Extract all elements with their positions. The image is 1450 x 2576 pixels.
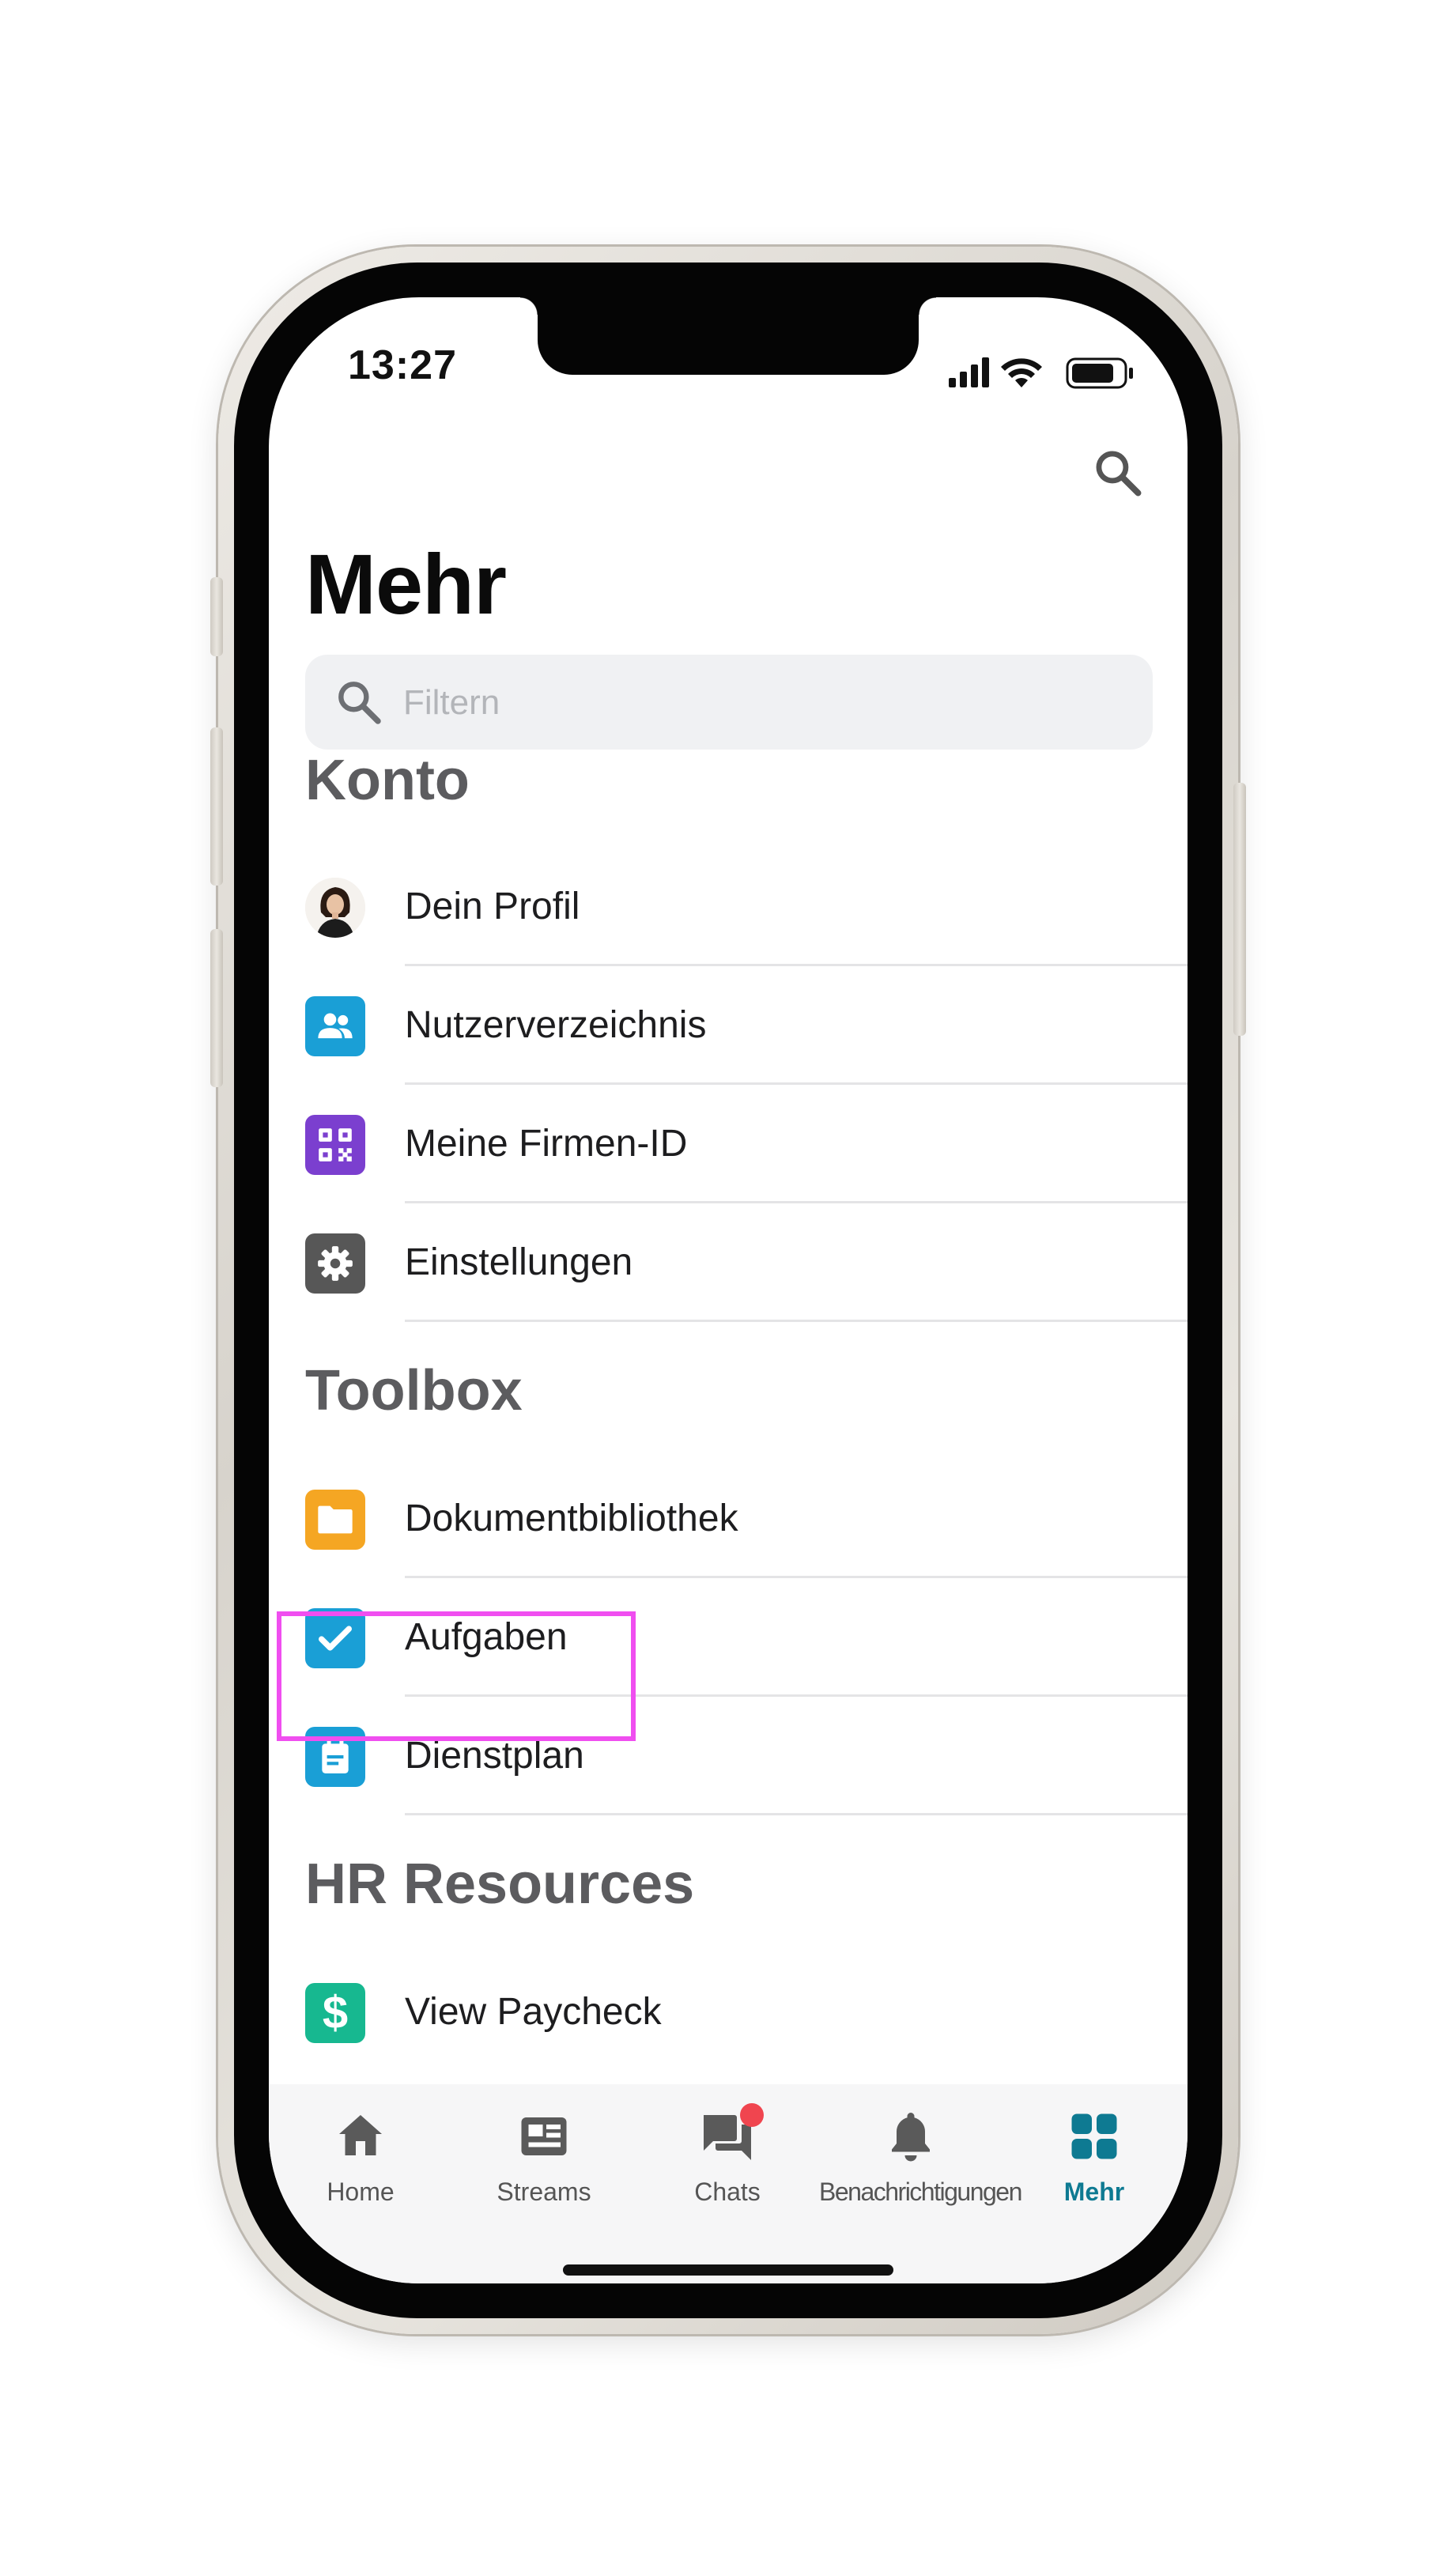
tab-chats[interactable]: Chats bbox=[636, 2103, 819, 2219]
battery-icon bbox=[1066, 357, 1133, 389]
list-item-label: View Paycheck bbox=[405, 1991, 662, 2033]
list-item-einstellungen[interactable]: Einstellungen bbox=[269, 1203, 1188, 1322]
search-icon[interactable] bbox=[1091, 446, 1145, 500]
list-item-label: Einstellungen bbox=[405, 1241, 633, 1283]
list-item-dein-profil[interactable]: Dein Profil bbox=[269, 848, 1188, 966]
tab-label: Chats bbox=[694, 2178, 761, 2206]
list-item-view-paycheck[interactable]: $ View Paycheck bbox=[269, 1953, 1188, 2072]
tab-streams[interactable]: Streams bbox=[452, 2108, 636, 2219]
volume-down-button bbox=[210, 929, 223, 1087]
tab-label: Benachrichtigungen bbox=[819, 2178, 1022, 2206]
tab-label: Mehr bbox=[1063, 2178, 1125, 2206]
power-button bbox=[1233, 783, 1246, 1036]
section-title-hr-resources: HR Resources bbox=[305, 1853, 695, 1916]
filter-field[interactable] bbox=[305, 655, 1153, 751]
search-icon bbox=[338, 682, 381, 724]
notch bbox=[520, 297, 936, 375]
users-icon bbox=[305, 996, 365, 1056]
list-item-label: Meine Firmen-ID bbox=[405, 1123, 688, 1165]
home-indicator bbox=[563, 2264, 893, 2276]
list-item-nutzerverzeichnis[interactable]: Nutzerverzeichnis bbox=[269, 966, 1188, 1085]
divider bbox=[405, 1320, 1188, 1322]
list-item-label: Dokumentbibliothek bbox=[405, 1498, 738, 1539]
cellular-signal-icon bbox=[949, 357, 989, 387]
tab-label: Streams bbox=[497, 2178, 591, 2206]
bell-icon bbox=[892, 2113, 930, 2162]
volume-up-button bbox=[210, 727, 223, 886]
list-item-label: Dein Profil bbox=[405, 886, 580, 927]
section-title-konto: Konto bbox=[305, 749, 470, 812]
status-icons bbox=[949, 357, 1133, 389]
divider bbox=[405, 1813, 1188, 1815]
notification-badge bbox=[740, 2103, 764, 2127]
screen: 13:27 Mehr Konto bbox=[269, 297, 1188, 2283]
qr-code-icon bbox=[305, 1115, 365, 1175]
tab-bar: Home Streams Chats Benachrichtigungen Me… bbox=[269, 2084, 1188, 2283]
page-title: Mehr bbox=[305, 536, 507, 632]
status-time: 13:27 bbox=[348, 342, 457, 388]
streams-icon bbox=[521, 2117, 567, 2155]
wifi-icon bbox=[1001, 358, 1042, 387]
filter-input[interactable] bbox=[402, 655, 1116, 751]
tab-benachrichtigungen[interactable]: Benachrichtigungen bbox=[819, 2108, 1022, 2219]
silent-switch bbox=[210, 577, 223, 656]
list-item-meine-firmen-id[interactable]: Meine Firmen-ID bbox=[269, 1085, 1188, 1203]
gear-icon bbox=[305, 1233, 365, 1294]
list-item-label: Nutzerverzeichnis bbox=[405, 1004, 707, 1046]
list-item-dokumentbibliothek[interactable]: Dokumentbibliothek bbox=[269, 1460, 1188, 1578]
dollar-icon: $ bbox=[305, 1983, 365, 2043]
grid-icon bbox=[1071, 2113, 1117, 2159]
section-title-toolbox: Toolbox bbox=[305, 1359, 523, 1422]
tab-mehr[interactable]: Mehr bbox=[1003, 2108, 1186, 2219]
home-icon bbox=[339, 2115, 382, 2155]
profile-avatar bbox=[305, 878, 365, 938]
tab-label: Home bbox=[327, 2178, 395, 2206]
folder-icon bbox=[305, 1490, 365, 1550]
highlight-box bbox=[277, 1611, 636, 1741]
tab-home[interactable]: Home bbox=[269, 2108, 452, 2219]
